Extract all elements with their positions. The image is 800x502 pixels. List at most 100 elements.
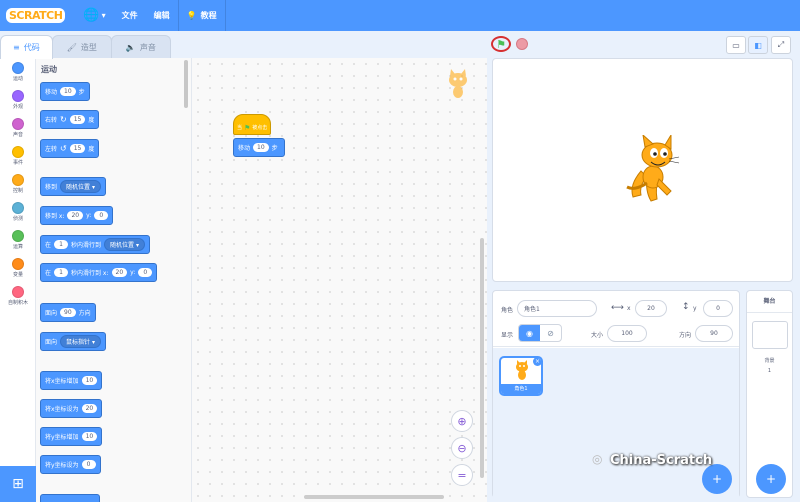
sprite-thumbnail[interactable]: 角色1 ×	[499, 356, 543, 396]
block-text: 将x坐标设为	[45, 406, 79, 413]
y-input[interactable]: 0	[703, 300, 733, 317]
block-point-direction[interactable]: 面向 90 方向	[40, 303, 96, 322]
large-stage-button[interactable]: ◧	[748, 36, 768, 54]
block-input[interactable]: 10	[81, 432, 98, 441]
zoom-in-button[interactable]: ⊕	[451, 410, 473, 432]
block-input[interactable]: 20	[67, 211, 84, 220]
fullscreen-button[interactable]: ⤢	[771, 36, 791, 54]
block-point-towards[interactable]: 面向 鼠标指针 ▾	[40, 332, 106, 351]
category-operators[interactable]: 运算	[0, 230, 36, 250]
block-goto-xy[interactable]: 移到 x: 20 y: 0	[40, 206, 114, 225]
block-partial[interactable]	[40, 494, 100, 502]
scratch-logo[interactable]: SCRATCH	[6, 8, 66, 23]
block-when-flag-clicked[interactable]: 当 ⚑ 被点击	[233, 114, 271, 135]
category-dot	[12, 286, 24, 298]
block-input[interactable]: 10	[253, 143, 269, 152]
category-menu: 运动 外观 声音 事件 控制 侦测 运算 变量 自制积木 ⊞	[0, 58, 36, 502]
rotate-right-icon: ↻	[60, 115, 67, 124]
backdrops-label: 背景	[764, 358, 775, 364]
code-workspace[interactable]: 当 ⚑ 被点击 移动 10 步 ⊕ ⊖ =	[192, 58, 487, 502]
stage-thumbnail[interactable]	[751, 321, 788, 349]
delete-sprite-button[interactable]: ×	[533, 358, 541, 366]
x-input[interactable]: 20	[635, 300, 667, 317]
block-dropdown[interactable]: 随机位置 ▾	[104, 238, 145, 251]
green-flag-icon: ⚑	[244, 123, 251, 132]
category-sound[interactable]: 声音	[0, 118, 36, 138]
block-turn-left[interactable]: 左转 ↺ 15 度	[40, 139, 100, 158]
category-events[interactable]: 事件	[0, 146, 36, 166]
block-input[interactable]: 1	[54, 240, 69, 249]
block-dropdown[interactable]: 鼠标指针 ▾	[60, 335, 101, 348]
category-variables[interactable]: 变量	[0, 258, 36, 278]
direction-input[interactable]: 90	[695, 325, 733, 342]
tab-sounds[interactable]: 🔈 声音	[110, 35, 171, 58]
zoom-reset-button[interactable]: =	[451, 464, 473, 486]
sprite-name-input[interactable]: 角色1	[517, 300, 597, 317]
block-text: 在	[45, 242, 52, 249]
block-move-steps[interactable]: 移动 10 步	[40, 82, 90, 101]
block-set-y[interactable]: 将y坐标设为 0	[40, 455, 101, 474]
block-glide[interactable]: 在 1 秒内滑行到 随机位置 ▾	[40, 235, 150, 254]
close-icon: ×	[534, 358, 541, 365]
size-input[interactable]: 100	[607, 325, 647, 342]
category-looks[interactable]: 外观	[0, 90, 36, 110]
block-goto[interactable]: 移到 随机位置 ▾	[40, 177, 106, 196]
category-sensing[interactable]: 侦测	[0, 202, 36, 222]
tutorials-menu[interactable]: 💡 教程	[179, 0, 225, 31]
category-dot	[12, 118, 24, 130]
block-input[interactable]: 0	[81, 460, 96, 469]
block-set-x[interactable]: 将x坐标设为 20	[40, 399, 103, 418]
add-sprite-button[interactable]: +	[702, 464, 732, 494]
block-input[interactable]: 20	[81, 404, 98, 413]
eye-icon[interactable]: ◉	[519, 325, 540, 341]
block-input[interactable]: 10	[60, 87, 76, 96]
eye-slash-icon[interactable]: ⊘	[540, 325, 561, 341]
stop-button[interactable]	[516, 38, 528, 50]
add-backdrop-button[interactable]: +	[756, 464, 786, 494]
category-control[interactable]: 控制	[0, 174, 36, 194]
block-input[interactable]: 0	[138, 268, 153, 277]
dropdown-value: 随机位置	[66, 184, 91, 191]
small-stage-button[interactable]: ▭	[726, 36, 746, 54]
tab-costumes[interactable]: 🖌 造型	[51, 35, 112, 58]
edit-menu[interactable]: 编辑	[146, 0, 178, 31]
file-menu[interactable]: 文件	[114, 0, 146, 31]
category-my-blocks[interactable]: 自制积木	[0, 286, 36, 306]
block-dropdown[interactable]: 随机位置 ▾	[60, 180, 101, 193]
block-text: 在	[45, 270, 52, 277]
block-input[interactable]: 1	[54, 268, 69, 277]
block-change-x[interactable]: 将x坐标增加 10	[40, 371, 103, 390]
block-text: 方向	[78, 310, 91, 317]
tab-code[interactable]: ≡ 代码	[0, 35, 53, 59]
block-input[interactable]: 15	[69, 144, 86, 153]
block-input[interactable]: 15	[69, 115, 86, 124]
tab-costumes-label: 造型	[80, 42, 97, 52]
block-input[interactable]: 20	[111, 268, 128, 277]
show-toggle[interactable]: ◉ ⊘	[518, 324, 562, 342]
speaker-icon: 🔈	[125, 42, 136, 52]
block-glide-xy[interactable]: 在 1 秒内滑行到 x: 20 y: 0	[40, 263, 158, 282]
rotate-left-icon: ↺	[60, 144, 67, 153]
stage-canvas[interactable]	[492, 58, 793, 282]
chevron-down-icon: ▾	[101, 11, 106, 20]
cat-sprite[interactable]	[621, 135, 683, 207]
tab-sounds-label: 声音	[139, 42, 156, 52]
language-menu[interactable]: 🌐 ▾	[75, 0, 113, 31]
block-input[interactable]: 0	[94, 211, 109, 220]
zoom-in-icon: ⊕	[457, 414, 467, 428]
add-extension-button[interactable]: ⊞	[0, 466, 36, 502]
palette-scrollbar[interactable]	[184, 60, 188, 108]
zoom-out-button[interactable]: ⊖	[451, 437, 473, 459]
fullscreen-icon: ⤢	[777, 40, 785, 49]
workspace-horizontal-scrollbar[interactable]	[304, 495, 444, 499]
block-input[interactable]: 10	[81, 376, 98, 385]
block-change-y[interactable]: 将y坐标增加 10	[40, 427, 103, 446]
block-move-steps[interactable]: 移动 10 步	[233, 138, 285, 157]
block-input[interactable]: 90	[60, 308, 76, 317]
category-motion[interactable]: 运动	[0, 62, 36, 82]
block-turn-right[interactable]: 右转 ↻ 15 度	[40, 110, 100, 129]
workspace-vertical-scrollbar[interactable]	[480, 238, 484, 478]
block-text: 移到 x:	[45, 213, 65, 220]
green-flag-button[interactable]: ⚑	[491, 36, 511, 52]
x-arrows-icon: ⟷	[611, 303, 624, 313]
